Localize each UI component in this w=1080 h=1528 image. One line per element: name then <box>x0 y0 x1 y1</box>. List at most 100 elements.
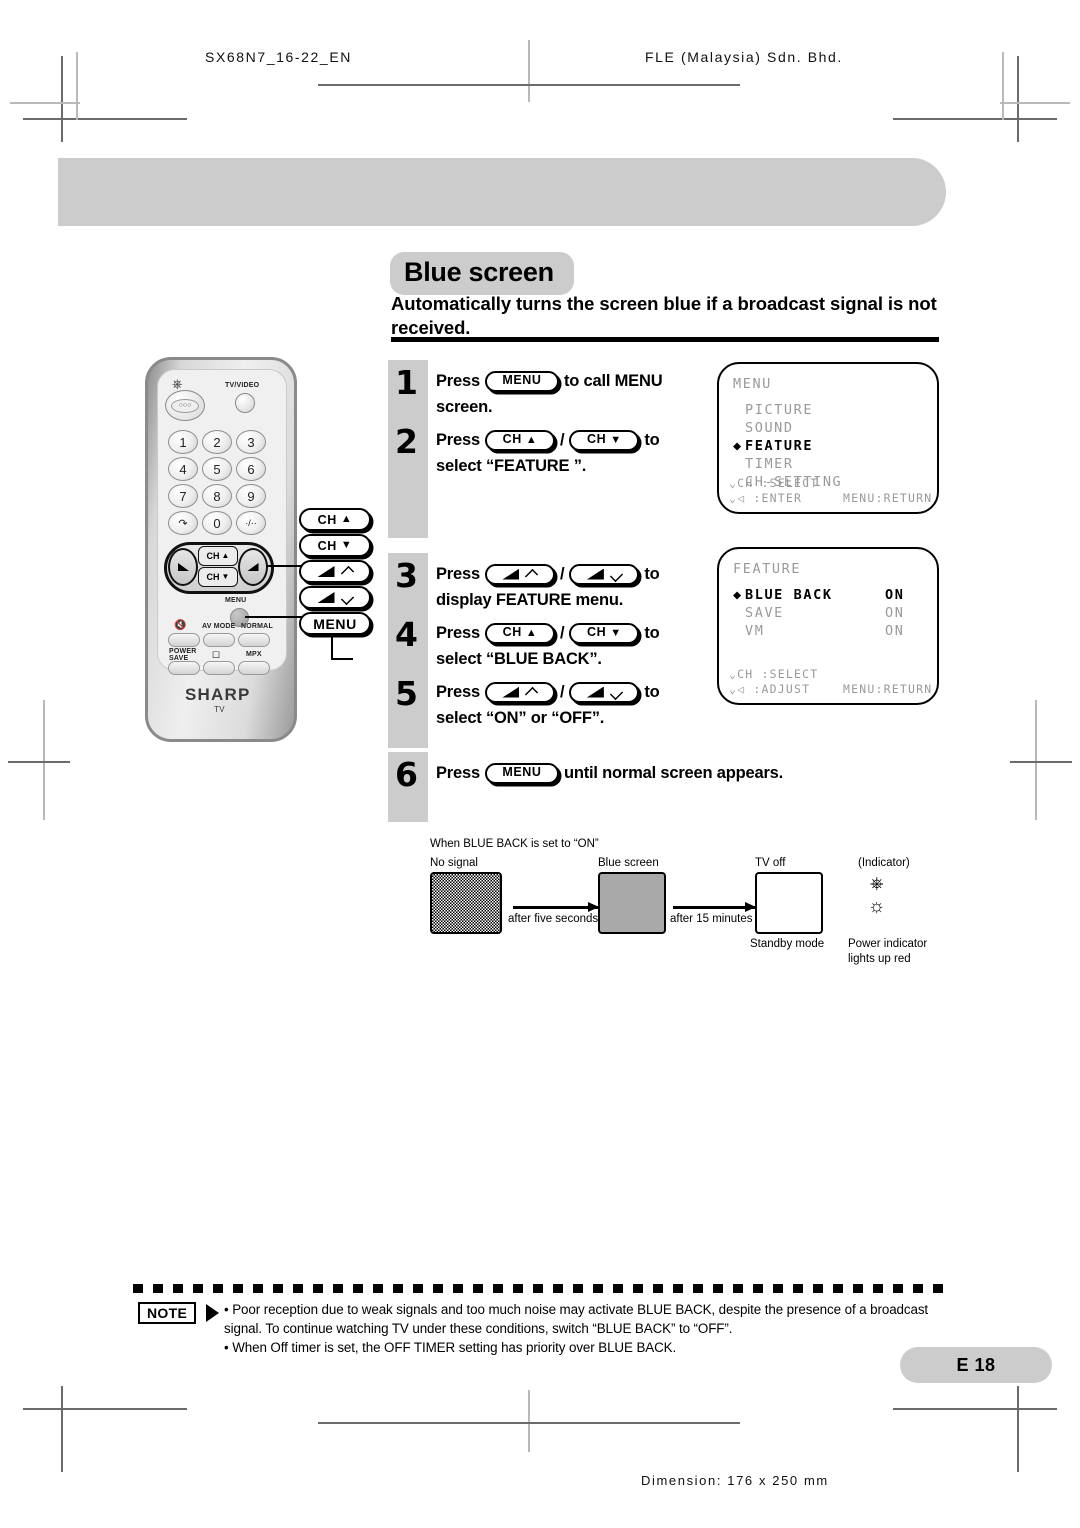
tv-video-button[interactable] <box>235 393 255 413</box>
step-3-line2: display FEATURE menu. <box>436 591 624 610</box>
key-volume-down[interactable] <box>569 563 640 585</box>
key-ch-up-label: CH <box>502 625 522 640</box>
osd-hint-chevron-icon: ⌄ <box>729 667 738 681</box>
osd-menu-item-selected[interactable]: ◆ FEATURE <box>733 438 842 456</box>
remote-menu-label: MENU <box>225 597 247 604</box>
step-4-line2: select “BLUE BACK”. <box>436 650 602 669</box>
key-menu[interactable]: MENU <box>484 370 559 392</box>
crop-mark-top-right-h2 <box>1000 102 1070 104</box>
header-company-name: FLE (Malaysia) Sdn. Bhd. <box>645 49 843 65</box>
step-5-press-label: Press <box>436 683 480 701</box>
page-number-text: E 18 <box>956 1354 996 1375</box>
center-mark-left-h <box>8 761 70 763</box>
header-document-code: SX68N7_16-22_EN <box>205 49 352 65</box>
osd-menu-hint-enter: ⌄◁ :ENTER <box>729 491 802 506</box>
step-4-separator: / <box>559 624 565 642</box>
note-bullet-marker: • <box>224 1302 229 1317</box>
remote-normal-button[interactable] <box>238 633 270 647</box>
remote-mpx-button[interactable] <box>238 661 270 675</box>
note-divider <box>133 1284 943 1293</box>
step-2-post-label: to <box>644 431 660 449</box>
remote-key-3[interactable]: 3 <box>236 430 266 454</box>
callout-ch-up-label: CH <box>317 512 337 527</box>
crop-mark-top-left-h2 <box>10 102 80 104</box>
key-menu[interactable]: MENU <box>484 762 559 784</box>
remote-mute-button[interactable] <box>168 633 200 647</box>
power-save-label: POWER SAVE <box>169 648 197 662</box>
key-ch-up[interactable]: CH ▲ <box>484 622 555 644</box>
diagram-tv-off-screen <box>755 872 823 934</box>
osd-feature-row-value: ON <box>885 587 905 603</box>
osd-feature-row-value: ON <box>885 604 905 621</box>
crop-mark-top-right-v <box>1017 56 1019 142</box>
osd-cursor-icon: ◆ <box>733 587 743 603</box>
remote-key-7[interactable]: 7 <box>168 484 198 508</box>
osd-feature-row-selected[interactable]: ◆ BLUE BACK ON <box>733 587 927 605</box>
key-volume-down[interactable] <box>569 681 640 703</box>
osd-feature-row[interactable]: VM ON <box>733 623 927 641</box>
step-number-4: 4 <box>395 615 418 654</box>
osd-feature-row[interactable]: SAVE ON <box>733 605 927 623</box>
mpx-label: MPX <box>246 651 262 658</box>
triangle-down-icon: ▼ <box>610 433 622 446</box>
remote-power-save-button[interactable] <box>168 661 200 675</box>
diagram-blue-screen <box>598 872 666 934</box>
key-ch-up[interactable]: CH ▲ <box>484 429 555 451</box>
osd-menu-item[interactable]: TIMER <box>733 456 842 474</box>
step-5-separator: / <box>559 683 565 701</box>
remote-volume-down-button[interactable] <box>168 548 198 586</box>
remote-key-4[interactable]: 4 <box>168 457 198 481</box>
remote-ch-down-button[interactable]: CH ▼ <box>198 567 238 587</box>
osd-menu-item[interactable]: PICTURE <box>733 402 842 420</box>
osd-menu-screen: MENU PICTURE SOUND ◆ FEATURE TIMER CH-SET… <box>717 362 939 514</box>
osd-menu-item[interactable]: SOUND <box>733 420 842 438</box>
step-3-text: Press / to display FEATURE menu. <box>436 561 726 613</box>
step-1-text: Press MENU to call MENU screen. <box>436 368 726 420</box>
volume-glyph-icon <box>502 568 520 580</box>
diagram-indicator-line1: Power indicator <box>848 938 928 950</box>
remote-key-9[interactable]: 9 <box>236 484 266 508</box>
osd-feature-row-value: ON <box>885 622 905 639</box>
remote-key-2[interactable]: 2 <box>202 430 232 454</box>
section-subtitle: Automatically turns the screen blue if a… <box>391 293 937 338</box>
key-volume-up[interactable] <box>484 681 555 703</box>
crop-mark-bottom-right-h <box>893 1408 1057 1410</box>
note-badge-arrow-icon <box>206 1304 219 1322</box>
note-bullet-1-text: Poor reception due to weak signals and t… <box>224 1302 929 1337</box>
diagram-stage2-label: Blue screen <box>598 857 659 869</box>
remote-key-1[interactable]: 1 <box>168 430 198 454</box>
remote-key-dot[interactable]: ·/·· <box>236 511 266 535</box>
key-volume-up[interactable] <box>484 563 555 585</box>
step-3-separator: / <box>559 565 565 583</box>
volume-glyph-icon <box>586 568 604 580</box>
step-4-press-label: Press <box>436 624 480 642</box>
remote-key-0[interactable]: 0 <box>202 511 232 535</box>
chevron-up-icon <box>524 570 537 579</box>
remote-av-mode-button[interactable] <box>203 633 235 647</box>
remote-key-recall[interactable]: ↷ <box>168 511 198 535</box>
remote-key-5[interactable]: 5 <box>202 457 232 481</box>
mute-icon: 🔇 <box>174 620 187 631</box>
remote-key-6[interactable]: 6 <box>236 457 266 481</box>
osd-hint-enter-text: ◁ :ENTER <box>737 491 803 505</box>
step-6-post-label: until normal screen appears. <box>563 764 784 782</box>
osd-feature-row-label: SAVE <box>745 604 784 621</box>
diagram-indicator-label: (Indicator) <box>858 857 910 869</box>
triangle-down-icon: ▼ <box>610 626 622 639</box>
remote-volume-up-button[interactable] <box>238 548 268 586</box>
remote-display-button[interactable] <box>203 661 235 675</box>
crop-mark-bottom-left-h <box>23 1408 187 1410</box>
center-mark-top-h <box>318 84 740 86</box>
step-number-3: 3 <box>395 556 418 595</box>
key-ch-down[interactable]: CH ▼ <box>569 622 640 644</box>
remote-key-8[interactable]: 8 <box>202 484 232 508</box>
remote-ch-down-label: CH <box>206 572 220 582</box>
step-2-line2: select “FEATURE ”. <box>436 457 587 476</box>
osd-feature-hint-adjust: ⌄◁ :ADJUST <box>729 682 810 697</box>
key-ch-down[interactable]: CH ▼ <box>569 429 640 451</box>
osd-feature-title: FEATURE <box>733 561 802 577</box>
callout-menu-label: MENU <box>313 615 357 632</box>
chevron-up-icon <box>524 688 537 697</box>
remote-ch-up-button[interactable]: CH ▲ <box>198 546 238 566</box>
key-menu-label: MENU <box>502 373 542 388</box>
